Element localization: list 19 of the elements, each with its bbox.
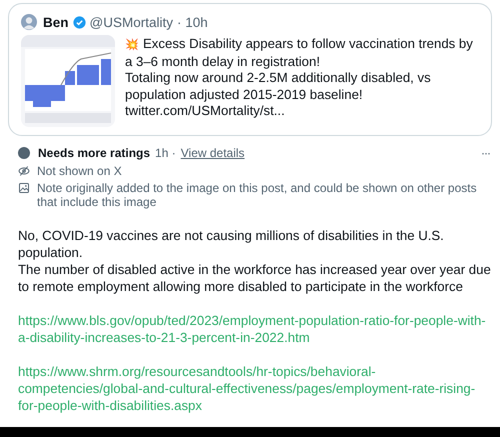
avatar-icon <box>21 14 37 30</box>
author-handle: @USMortality <box>90 14 173 30</box>
image-icon <box>18 182 30 194</box>
post-text: Totaling now around 2-2.5M additionally disabled, vs population adjusted 2015-2019 baseline! <box>125 70 432 103</box>
note-info-text: Not shown on X <box>37 164 123 178</box>
eye-slash-icon <box>18 165 30 177</box>
note-text: The number of disabled active in the workforce has increased year over year due to remote employment allowing more disabled to participate in the workforce <box>18 260 492 294</box>
view-details-link[interactable]: View details <box>180 146 245 160</box>
post-time: · 10h <box>176 14 208 30</box>
quoted-post-card[interactable] <box>8 3 492 136</box>
post-text: 💥 Excess Disability appears to follow vaccination trends by a 3–6 month delay in registration! <box>125 36 474 70</box>
status-dot-icon <box>18 147 30 159</box>
note-status: Needs more ratings <box>38 146 150 160</box>
post-text: twitter.com/USMortality/st... <box>125 103 286 120</box>
note-info-text: Note originally added to the image on this post, and could be shown on other posts that include this image <box>37 180 478 210</box>
note-text: No, COVID-19 vaccines are not causing millions of disabilities in the U.S. population. <box>18 226 445 260</box>
note-time: 1h · <box>155 146 176 160</box>
author-name: Ben <box>43 14 69 30</box>
more-options-icon[interactable]: ··· <box>481 146 490 160</box>
